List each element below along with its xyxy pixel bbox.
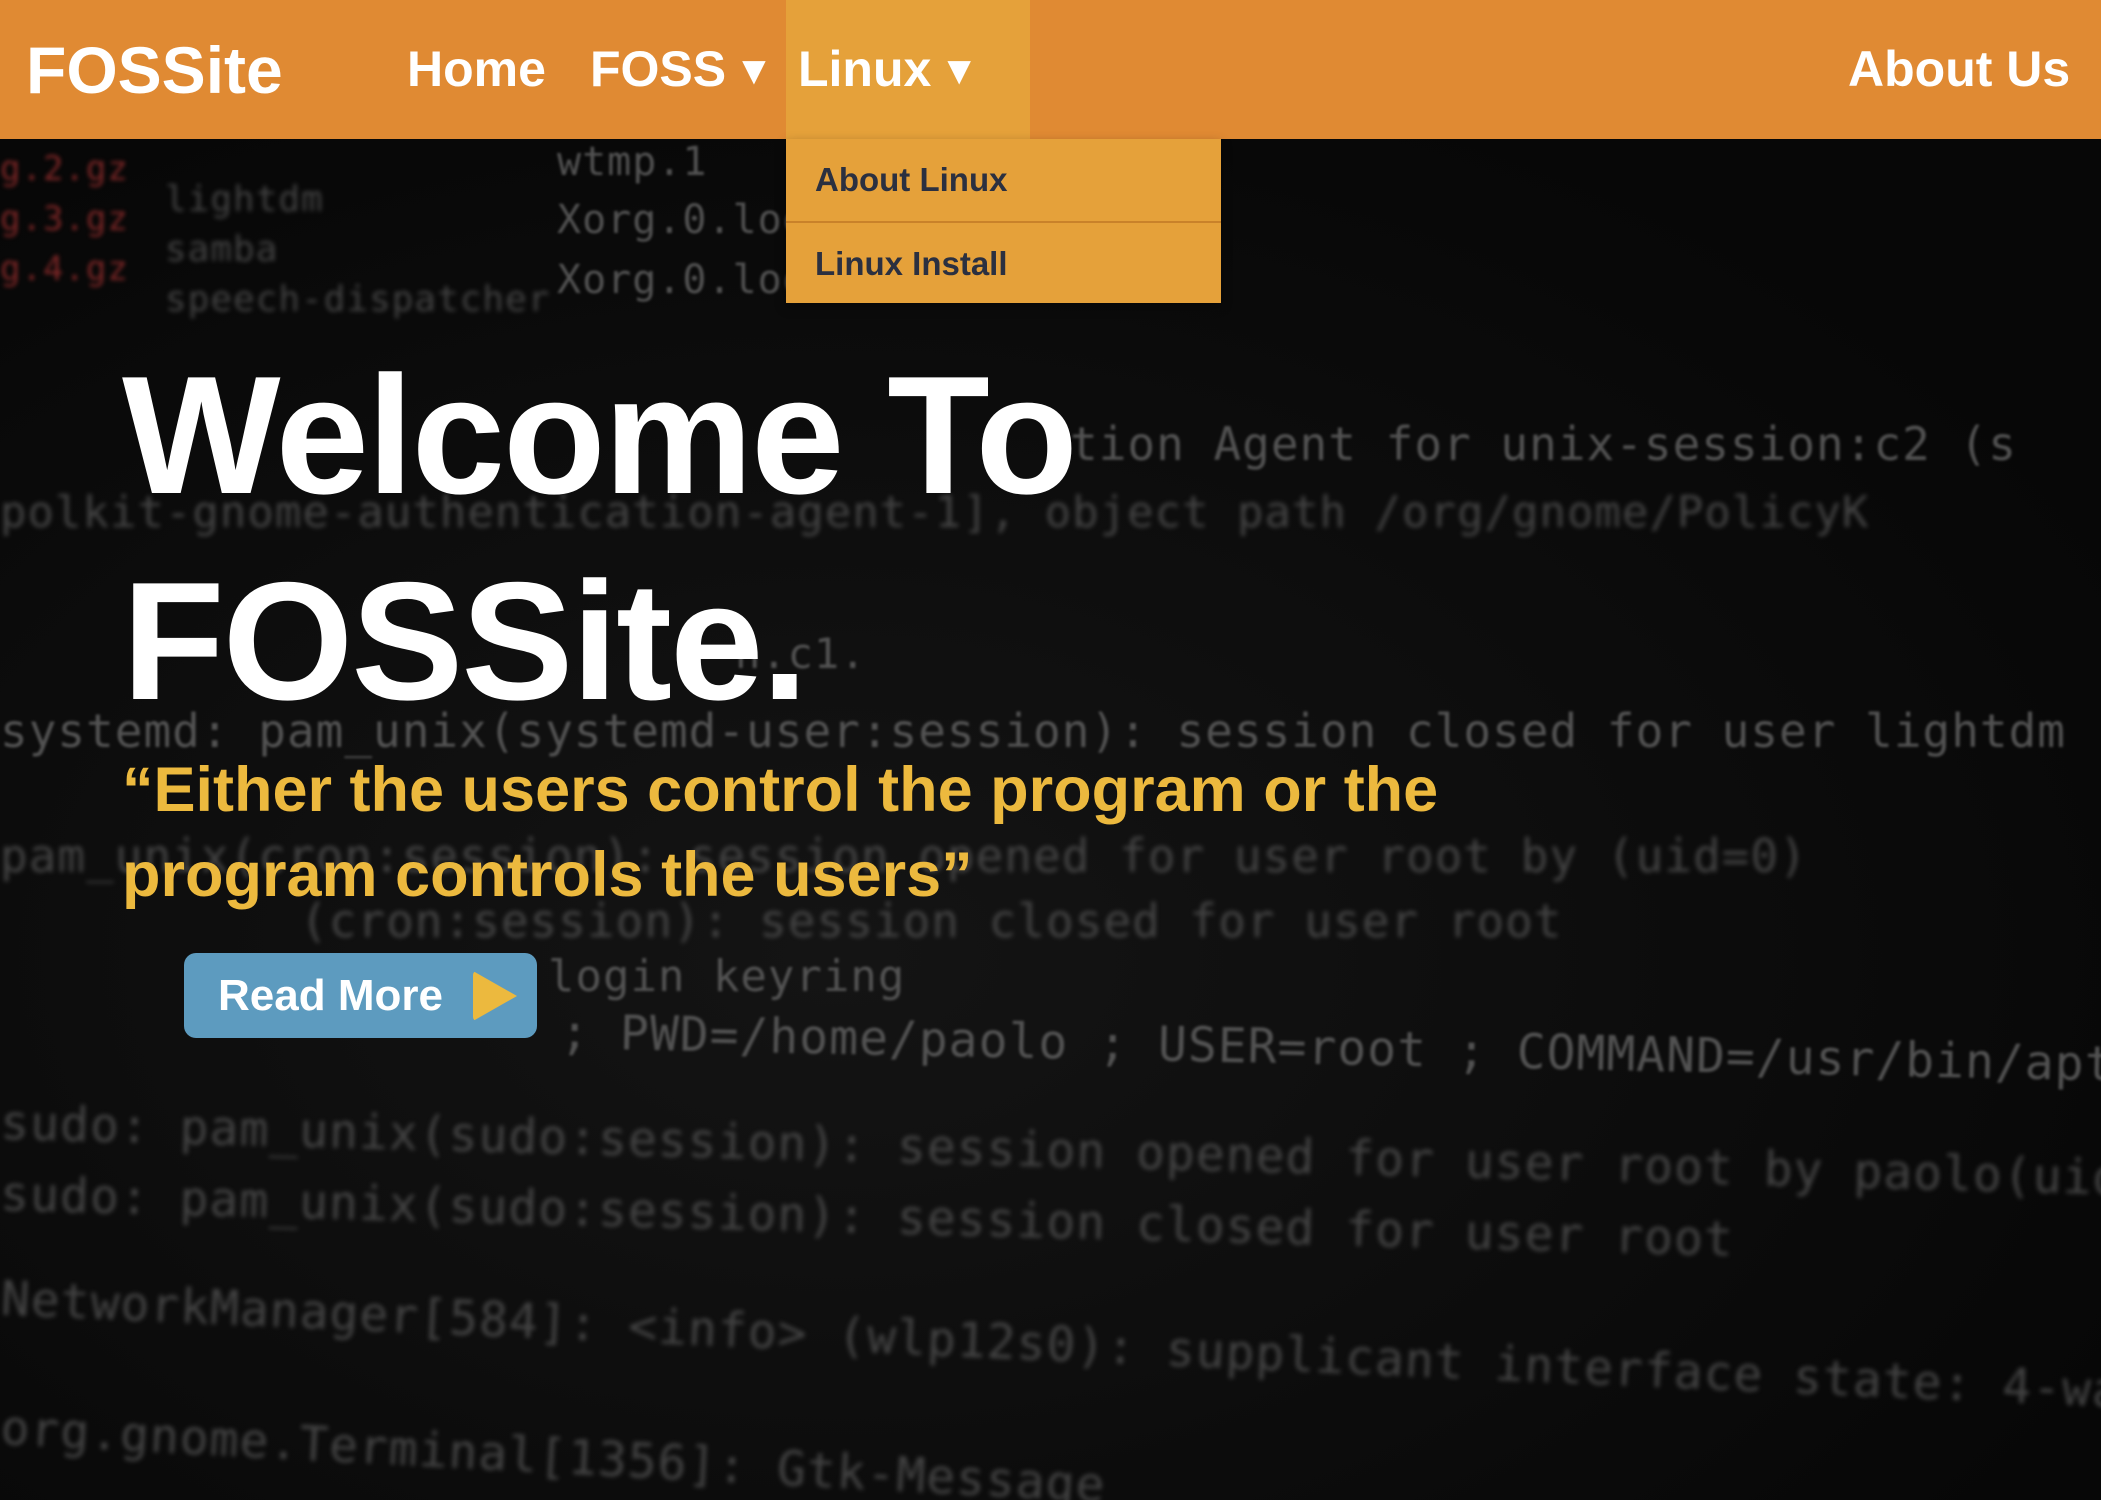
terminal-line: lightdm — [165, 179, 324, 220]
terminal-line: g.4.gz — [0, 249, 129, 289]
nav-home-link[interactable]: Home — [407, 0, 546, 139]
read-more-button[interactable]: Read More — [184, 953, 537, 1038]
nav-home-label: Home — [407, 41, 546, 97]
site-logo[interactable]: FOSSite — [26, 28, 283, 112]
nav-foss-menu[interactable]: FOSS ▼ — [590, 0, 774, 139]
page: wtmp.1 Xorg.0.log Xorg.0.log lightdm sam… — [0, 0, 2101, 1500]
terminal-line: wtmp.1 — [557, 139, 708, 185]
hero-title: Welcome To FOSSite. — [122, 332, 1078, 744]
hero-title-line-1: Welcome To — [122, 341, 1078, 529]
nav-foss-label: FOSS — [590, 41, 727, 97]
terminal-line: samba — [165, 229, 279, 270]
terminal-line: Xorg.0.log — [557, 257, 808, 303]
hero-quote: “Either the users control the program or… — [122, 755, 1439, 910]
read-more-label: Read More — [218, 971, 443, 1020]
terminal-line: org.gnome.Terminal[1356]: Gtk-Message — [0, 1400, 1107, 1500]
nav-linux-menu[interactable]: Linux ▼ — [786, 0, 1030, 139]
nav-about-us-link[interactable]: About Us — [1848, 0, 2070, 139]
linux-dropdown-menu: About Linux Linux Install — [786, 139, 1221, 303]
chevron-down-icon: ▼ — [939, 49, 979, 93]
play-triangle-icon — [473, 971, 517, 1021]
nav-linux-label: Linux — [798, 41, 932, 97]
terminal-line: NetworkManager[584]: <info> (wlp12s0): s… — [0, 1270, 2101, 1424]
dropdown-item-linux-install[interactable]: Linux Install — [786, 221, 1221, 303]
terminal-line: Xorg.0.log — [557, 197, 808, 243]
nav-about-us-label: About Us — [1848, 41, 2071, 97]
top-navbar: FOSSite Home FOSS ▼ Linux ▼ About Us — [0, 0, 2101, 139]
terminal-line: speech-dispatcher — [165, 279, 551, 320]
terminal-line: tion Agent for unix-session:c2 (s — [1070, 417, 2017, 471]
chevron-down-icon: ▼ — [734, 49, 774, 93]
terminal-line: g.2.gz — [0, 149, 129, 189]
hero-title-line-2: FOSSite. — [122, 547, 808, 735]
dropdown-item-about-linux[interactable]: About Linux — [786, 139, 1221, 221]
terminal-line: login keyring — [548, 951, 906, 1002]
terminal-line: ; PWD=/home/paolo ; USER=root ; COMMAND=… — [559, 1004, 2101, 1094]
terminal-line: g.3.gz — [0, 199, 129, 239]
